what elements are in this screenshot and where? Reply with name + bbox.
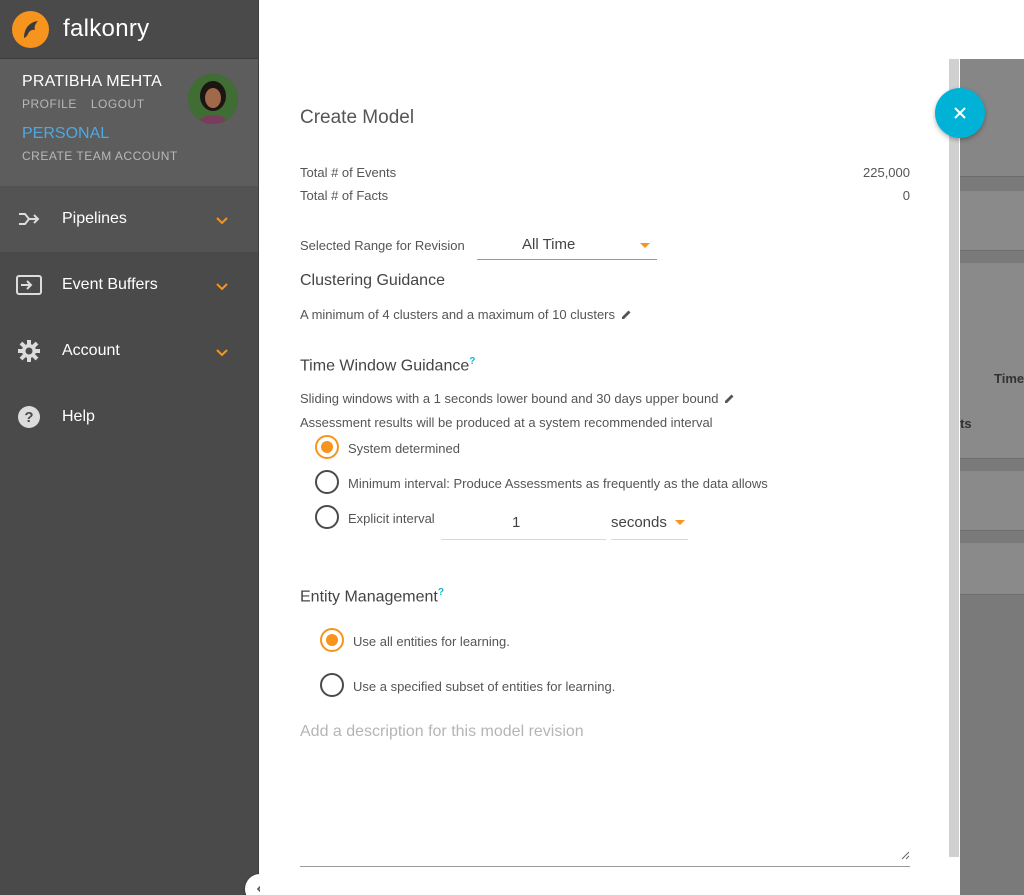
dropdown-caret-icon xyxy=(675,520,685,525)
input-icon xyxy=(16,272,42,298)
sidebar-item-label: Pipelines xyxy=(62,210,127,227)
logout-link[interactable]: LOGOUT xyxy=(91,97,145,111)
close-button[interactable] xyxy=(935,88,985,138)
falkonry-logo-icon[interactable] xyxy=(12,10,49,48)
radio-label: Use all entities for learning. xyxy=(353,634,510,649)
background-column-label: Time xyxy=(994,371,1024,386)
system-determined-radio[interactable] xyxy=(315,435,339,459)
time-window-text: Sliding windows with a 1 seconds lower b… xyxy=(300,391,719,406)
dialog-title: Create Model xyxy=(300,107,415,128)
minimum-interval-radio[interactable] xyxy=(315,470,339,494)
total-facts-label: Total # of Facts xyxy=(300,188,389,203)
user-panel: PRATIBHA MEHTA PROFILE LOGOUT PERSONAL CR… xyxy=(0,59,258,186)
interval-value: 1 xyxy=(512,514,521,531)
interval-unit-select[interactable]: seconds xyxy=(611,507,688,540)
edit-pencil-icon[interactable] xyxy=(724,392,735,407)
total-facts-value: 0 xyxy=(902,188,910,203)
background-card xyxy=(960,191,1024,251)
help-mark-icon[interactable]: ? xyxy=(469,356,475,367)
radio-label: Explicit interval xyxy=(348,511,435,526)
explicit-interval-radio[interactable] xyxy=(315,505,339,529)
edit-pencil-icon[interactable] xyxy=(621,308,632,323)
radio-label: System determined xyxy=(348,441,460,456)
clustering-text: A minimum of 4 clusters and a maximum of… xyxy=(300,307,616,322)
chevron-down-icon xyxy=(216,212,228,230)
total-events-value: 225,000 xyxy=(863,165,910,180)
range-select-value: All Time xyxy=(522,236,576,253)
assessment-text: Assessment results will be produced at a… xyxy=(300,415,713,430)
sidebar: falkonry PRATIBHA MEHTA PROFILE LOGOUT PE… xyxy=(0,0,275,895)
resize-grip-icon[interactable] xyxy=(901,847,910,865)
clustering-text-row: A minimum of 4 clusters and a maximum of… xyxy=(300,307,632,323)
profile-link[interactable]: PROFILE xyxy=(22,97,77,111)
sidebar-item-event-buffers[interactable]: Event Buffers xyxy=(0,252,258,318)
pipeline-icon xyxy=(16,206,42,232)
brand-name: falkonry xyxy=(63,15,150,42)
help-icon: ? xyxy=(16,404,42,430)
description-placeholder: Add a description for this model revisio… xyxy=(300,723,584,740)
all-entities-radio[interactable] xyxy=(320,628,344,652)
brand-header: falkonry xyxy=(0,0,258,59)
chevron-down-icon xyxy=(216,278,228,296)
sidebar-item-label: Help xyxy=(62,408,95,425)
radio-label: Use a specified subset of entities for l… xyxy=(353,679,616,694)
svg-text:?: ? xyxy=(24,409,33,426)
dropdown-caret-icon xyxy=(640,243,650,248)
entity-heading: Entity Management xyxy=(300,588,438,606)
sidebar-item-pipelines[interactable]: Pipelines xyxy=(0,186,258,252)
gear-icon xyxy=(16,338,42,364)
time-window-heading-row: Time Window Guidance? xyxy=(300,356,475,375)
create-team-account-link[interactable]: CREATE TEAM ACCOUNT xyxy=(22,149,236,163)
time-window-heading: Time Window Guidance xyxy=(300,357,470,375)
total-events-label: Total # of Events xyxy=(300,165,397,180)
close-icon xyxy=(954,107,966,119)
interval-value-input[interactable]: 1 xyxy=(441,507,606,540)
background-card xyxy=(960,471,1024,531)
radio-label: Minimum interval: Produce Assessments as… xyxy=(348,476,768,491)
entity-heading-row: Entity Management? xyxy=(300,587,444,606)
subset-entities-radio[interactable] xyxy=(320,673,344,697)
clustering-heading: Clustering Guidance xyxy=(300,272,445,289)
chevron-down-icon xyxy=(216,344,228,362)
sidebar-item-label: Account xyxy=(62,342,120,359)
range-label: Selected Range for Revision xyxy=(300,238,465,253)
sidebar-item-help[interactable]: ? Help xyxy=(0,384,258,450)
range-select[interactable]: All Time xyxy=(477,231,657,260)
avatar[interactable] xyxy=(188,74,238,124)
help-mark-icon[interactable]: ? xyxy=(438,587,444,598)
time-window-text-row: Sliding windows with a 1 seconds lower b… xyxy=(300,391,735,407)
personal-account-link[interactable]: PERSONAL xyxy=(22,125,236,143)
background-row-label: ts xyxy=(960,416,972,431)
background-card xyxy=(960,543,1024,595)
sidebar-item-label: Event Buffers xyxy=(62,276,158,293)
description-textarea[interactable]: Add a description for this model revisio… xyxy=(300,716,910,867)
dialog-scrollbar[interactable] xyxy=(949,59,959,857)
sidebar-item-account[interactable]: Account xyxy=(0,318,258,384)
interval-unit-value: seconds xyxy=(611,514,667,531)
